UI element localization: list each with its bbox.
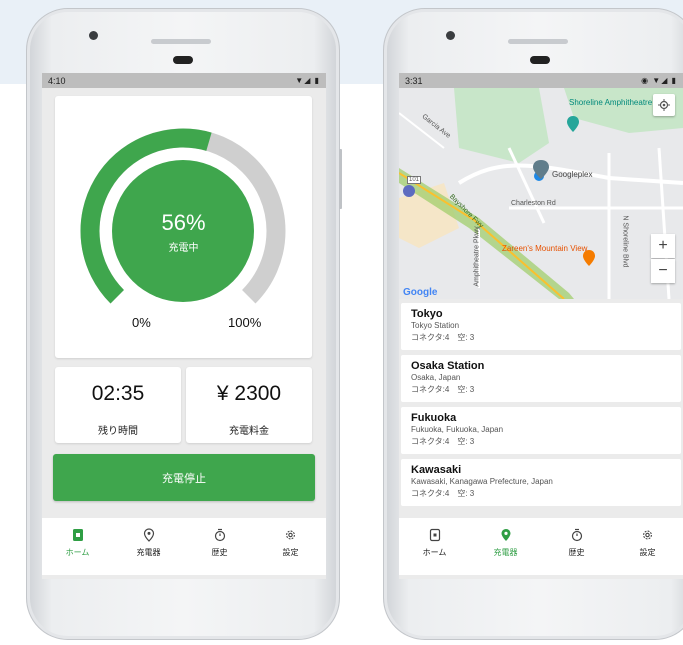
phone-chargers: 3:31 ◉ ▼◢ ▮ Shoreline Amphitheatre Googl… xyxy=(383,8,683,640)
status-icons: ▼◢ ▮ xyxy=(295,76,320,85)
status-bar: 3:31 ◉ ▼◢ ▮ xyxy=(399,73,683,88)
nav-home[interactable]: ホーム xyxy=(42,518,113,575)
bottom-nav: ホーム 充電器 歴史 設定 xyxy=(399,518,683,575)
poi-googleplex: Googleplex xyxy=(552,170,593,179)
bottom-nav: ホーム 充電器 歴史 設定 xyxy=(42,518,326,575)
nav-history-label: 歴史 xyxy=(568,548,585,557)
station-connectors: コネクタ:4 空: 3 xyxy=(411,489,475,498)
street-amphitheatre: Amphitheatre Pkwy xyxy=(473,226,481,287)
route-101-shield: 101 xyxy=(407,176,422,184)
station-address: Tokyo Station xyxy=(411,321,460,330)
nav-settings[interactable]: 設定 xyxy=(612,518,683,575)
nav-settings-label: 設定 xyxy=(282,548,299,557)
chargers-screen: 3:31 ◉ ▼◢ ▮ Shoreline Amphitheatre Googl… xyxy=(399,73,683,579)
nav-home-label: ホーム xyxy=(422,548,447,557)
phone-home: 4:10 ▼◢ ▮ 56% 充電中 0% 100% 02:35 残り時間 ¥ 2… xyxy=(26,8,342,640)
status-icons: ◉ ▼◢ ▮ xyxy=(641,76,677,85)
station-address: Osaka, Japan xyxy=(411,373,461,382)
google-logo: Google xyxy=(403,287,437,298)
place-marker xyxy=(403,185,415,197)
nav-home-label: ホーム xyxy=(65,548,90,557)
proximity-sensor xyxy=(173,56,193,64)
station-connectors: コネクタ:4 空: 3 xyxy=(411,333,475,342)
home-icon xyxy=(72,529,83,541)
status-time: 4:10 xyxy=(48,75,66,86)
charge-fee-card: ¥ 2300 充電料金 xyxy=(186,367,312,443)
poi-shoreline-amphitheatre: Shoreline Amphitheatre xyxy=(569,98,653,107)
gauge-min-label: 0% xyxy=(132,315,151,330)
charge-percent: 56% xyxy=(161,210,206,235)
volume-button xyxy=(339,149,342,209)
nav-settings-label: 設定 xyxy=(639,548,656,557)
charge-fee-label: 充電料金 xyxy=(229,426,269,437)
status-bar: 4:10 ▼◢ ▮ xyxy=(42,73,326,88)
remaining-time-label: 残り時間 xyxy=(98,426,138,437)
station-connectors: コネクタ:4 空: 3 xyxy=(411,437,475,446)
list-item[interactable]: Kawasaki Kawasaki, Kanagawa Prefecture, … xyxy=(401,459,681,506)
nav-history-label: 歴史 xyxy=(211,548,228,557)
nav-chargers-label: 充電器 xyxy=(136,548,161,557)
google-logo-text: Google xyxy=(403,287,438,298)
stopwatch-icon xyxy=(571,528,582,542)
charge-state: 充電中 xyxy=(168,243,199,254)
nav-chargers-label: 充電器 xyxy=(493,548,518,557)
nav-home[interactable]: ホーム xyxy=(399,518,470,575)
map-view[interactable]: Shoreline Amphitheatre Googleplex Zareen… xyxy=(399,88,683,299)
crosshair-icon xyxy=(658,99,670,111)
station-connectors: コネクタ:4 空: 3 xyxy=(411,385,475,394)
station-address: Fukuoka, Fukuoka, Japan xyxy=(411,425,504,434)
station-address: Kawasaki, Kanagawa Prefecture, Japan xyxy=(411,477,553,486)
status-time: 3:31 xyxy=(405,75,423,86)
gauge-max-label: 100% xyxy=(228,315,262,330)
station-name: Tokyo xyxy=(411,308,443,320)
proximity-sensor xyxy=(530,56,550,64)
remaining-time-card: 02:35 残り時間 xyxy=(55,367,181,443)
poi-zareens: Zareen's Mountain View xyxy=(502,244,588,253)
zoom-in-button[interactable]: + xyxy=(651,234,675,258)
station-list: Tokyo Tokyo Station コネクタ:4 空: 3 Osaka St… xyxy=(399,303,683,511)
location-pin-icon xyxy=(143,528,154,542)
zoom-out-button[interactable]: − xyxy=(651,259,675,283)
list-item[interactable]: Tokyo Tokyo Station コネクタ:4 空: 3 xyxy=(401,303,681,350)
front-camera xyxy=(89,31,98,40)
home-screen: 4:10 ▼◢ ▮ 56% 充電中 0% 100% 02:35 残り時間 ¥ 2… xyxy=(42,73,326,579)
charge-fee-value: ¥ 2300 xyxy=(216,382,282,405)
station-name: Kawasaki xyxy=(411,464,462,476)
earpiece-speaker xyxy=(508,39,568,44)
stop-charging-button[interactable]: 充電停止 xyxy=(53,454,315,501)
home-icon xyxy=(429,528,440,542)
charge-gauge-card: 56% 充電中 0% 100% xyxy=(55,96,312,358)
stopwatch-icon xyxy=(214,528,225,542)
list-item[interactable]: Osaka Station Osaka, Japan コネクタ:4 空: 3 xyxy=(401,355,681,402)
nav-history[interactable]: 歴史 xyxy=(184,518,255,575)
nav-settings[interactable]: 設定 xyxy=(255,518,326,575)
nav-chargers[interactable]: 充電器 xyxy=(470,518,541,575)
nav-history[interactable]: 歴史 xyxy=(541,518,612,575)
station-name: Fukuoka xyxy=(411,412,457,424)
list-item[interactable]: Fukuoka Fukuoka, Fukuoka, Japan コネクタ:4 空… xyxy=(401,407,681,454)
nav-chargers[interactable]: 充電器 xyxy=(113,518,184,575)
my-location-button[interactable] xyxy=(653,94,675,116)
location-pin-icon xyxy=(501,529,510,541)
earpiece-speaker xyxy=(151,39,211,44)
gear-icon xyxy=(643,530,652,540)
gear-icon xyxy=(286,530,295,540)
street-charleston: Charleston Rd xyxy=(511,200,556,207)
station-name: Osaka Station xyxy=(411,360,485,372)
remaining-time-value: 02:35 xyxy=(91,382,145,405)
street-shoreline: N Shoreline Blvd xyxy=(621,215,629,268)
map-canvas xyxy=(399,88,683,299)
front-camera xyxy=(446,31,455,40)
